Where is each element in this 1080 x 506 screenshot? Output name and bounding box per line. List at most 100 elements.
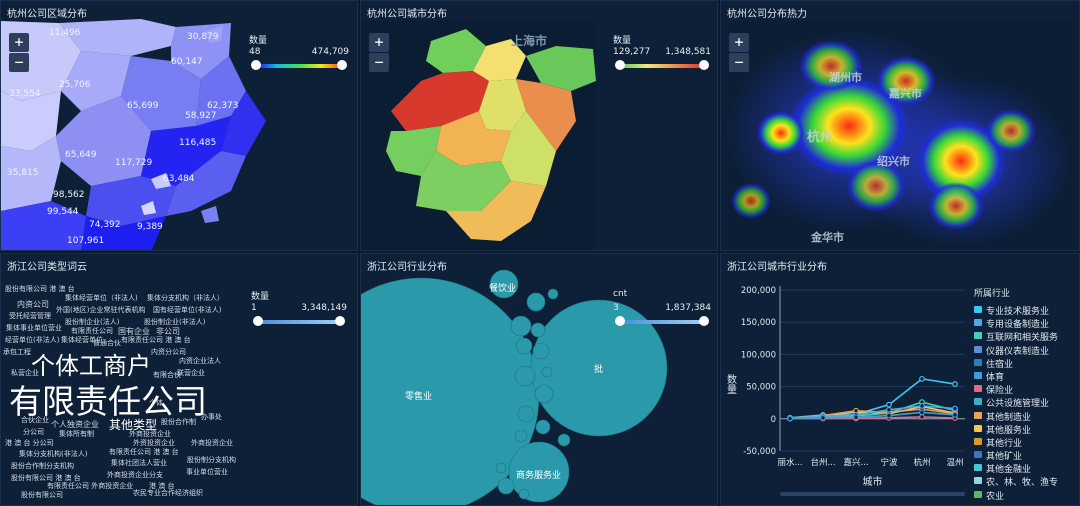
zoom-out-button[interactable]: − (729, 53, 749, 72)
visual-map-handle-max[interactable] (699, 60, 709, 70)
city-industry-line-chart[interactable]: 200,000 150,000 100,000 50,000 0 -50,000 数量丽水.… (722, 256, 972, 506)
series-point[interactable] (886, 406, 892, 413)
cloud-word[interactable]: 股份合作制 (161, 417, 196, 427)
legend-swatch (974, 490, 982, 498)
legend-item[interactable]: 其他金融业 (974, 462, 1078, 475)
cloud-word[interactable]: 股份合作制分支机构 (11, 461, 74, 471)
cloud-word[interactable]: 经营单位(非法人) (5, 335, 59, 345)
industry-bubble[interactable] (526, 292, 546, 312)
series-point[interactable] (952, 412, 958, 418)
visual-map-slider[interactable]: 数量 1 3,348,149 (251, 289, 347, 329)
legend-item[interactable]: 其他行业 (974, 436, 1078, 449)
cloud-word[interactable]: 分公司 (23, 427, 44, 437)
cloud-word[interactable]: 外商投资企业 (191, 438, 233, 448)
legend-item[interactable]: 农业 (974, 489, 1078, 502)
industry-bubble[interactable] (518, 488, 530, 500)
industry-bubble[interactable] (534, 384, 554, 404)
cloud-word[interactable]: 股份有限公司 (21, 490, 63, 500)
series-point[interactable] (787, 415, 793, 422)
industry-bubble[interactable] (515, 337, 533, 355)
industry-bubble[interactable] (510, 315, 532, 337)
industry-panel: 浙江公司行业分布 餐饮业 零售业 批 商务服务业 cnt 3 1,837,384 (360, 253, 718, 506)
series-point[interactable] (919, 403, 925, 409)
industry-bubble[interactable] (535, 419, 551, 435)
cloud-word[interactable]: 有限责任公司 港 澳 台 (109, 447, 179, 457)
legend-item[interactable]: 其他服务业 (974, 423, 1078, 436)
series-point[interactable] (853, 414, 859, 421)
legend-item[interactable]: 保险业 (974, 383, 1078, 396)
cloud-word[interactable]: 外商投资企业分支 (107, 470, 163, 480)
cloud-word[interactable]: 内资企业法人 (179, 356, 221, 366)
cloud-word[interactable]: 国有经营单位(非法人) (153, 305, 221, 315)
industry-bubble[interactable] (530, 322, 546, 338)
cloud-word[interactable]: 集体所有制 (59, 429, 94, 439)
legend-label: 其他矿业 (986, 452, 1023, 463)
zoom-out-button[interactable]: − (9, 53, 29, 72)
cloud-word[interactable]: 股份制分支机构 (187, 455, 236, 465)
legend-item[interactable]: 农、林、牧、渔专 (974, 475, 1078, 488)
cloud-word[interactable]: 承包工程 (3, 347, 31, 357)
visual-map-handle-max[interactable] (337, 60, 347, 70)
cloud-word[interactable]: 有限责任公司 港 澳 台 (121, 335, 191, 345)
zoom-out-button[interactable]: − (369, 53, 389, 72)
heatmap-panel: 杭州公司分布热力 湖州市 嘉兴市 杭州 绍兴市 金华市 + − (720, 0, 1080, 251)
legend-item[interactable]: 体育 (974, 370, 1078, 383)
cloud-word[interactable]: 集体分支机构（非法人） (147, 293, 224, 303)
city-map-panel: 杭州公司城市分布 上海市 + − 数量 129,277 1,348,581 (360, 0, 718, 251)
visual-map-slider[interactable]: 数量 48 474,709 (249, 33, 349, 73)
visual-map-handle-min[interactable] (615, 316, 625, 326)
industry-bubble[interactable] (547, 288, 559, 300)
series-point[interactable] (952, 405, 958, 412)
legend-item[interactable]: 专业技术服务业 (974, 304, 1078, 317)
zoom-in-button[interactable]: + (369, 33, 389, 52)
legend-swatch (974, 424, 982, 432)
word-cloud[interactable]: 股份有限公司 港 澳 台 集体经营单位（非法人) 集体分支机构（非法人） 内资公… (1, 254, 246, 505)
cloud-word[interactable]: 受托经营管理 (9, 311, 51, 321)
cloud-word[interactable]: 集体分支机构(非法人) (19, 449, 87, 459)
visual-map-handle-max[interactable] (335, 316, 345, 326)
legend-item[interactable]: 其他制造业 (974, 410, 1078, 423)
district-value-label: 35,815 (7, 168, 39, 178)
industry-bubble[interactable] (495, 462, 507, 474)
series-point[interactable] (886, 412, 892, 419)
legend-item[interactable]: 专用设备制造业 (974, 317, 1078, 330)
series-point[interactable] (820, 414, 826, 421)
series-point[interactable] (952, 381, 958, 387)
cloud-word[interactable]: 事业单位营业 (186, 467, 228, 477)
series-point[interactable] (919, 375, 925, 382)
heatmap-canvas[interactable]: 湖州市 嘉兴市 杭州 绍兴市 金华市 (721, 1, 1080, 251)
industry-bubble[interactable] (517, 405, 535, 423)
cloud-word[interactable]: 集体经营单位（非法人) (65, 293, 138, 303)
legend-item[interactable]: 其他矿业 (974, 449, 1078, 462)
series-point[interactable] (886, 401, 892, 408)
zoom-in-button[interactable]: + (729, 33, 749, 52)
industry-bubble[interactable] (497, 477, 515, 495)
legend-item[interactable]: 公共设施管理业 (974, 396, 1078, 409)
industry-bubble[interactable] (541, 366, 553, 378)
series-point[interactable] (919, 409, 925, 416)
legend-item[interactable]: 住宿业 (974, 357, 1078, 370)
cloud-word[interactable]: 港 澳 台 分公司 (5, 438, 54, 448)
visual-map-handle-min[interactable] (251, 60, 261, 70)
visual-map-handle-max[interactable] (699, 316, 709, 326)
visual-map-slider[interactable]: cnt 3 1,837,384 (613, 289, 711, 329)
legend-item[interactable]: 互联网和相关服务 (974, 330, 1078, 343)
industry-bubble[interactable] (514, 429, 528, 443)
visual-map-handle-min[interactable] (615, 60, 625, 70)
cloud-word[interactable]: 办事处 (201, 412, 222, 422)
cloud-word[interactable]: 合伙企业 (21, 415, 49, 425)
industry-bubble[interactable] (532, 342, 550, 360)
x-tick-label: 嘉兴... (843, 457, 868, 468)
cloud-word[interactable]: 个体 (149, 398, 163, 408)
cloud-word[interactable]: 集体事业单位营业 (6, 323, 62, 333)
visual-map-slider[interactable]: 数量 129,277 1,348,581 (613, 33, 711, 73)
cloud-word[interactable]: 内资公司 (17, 299, 49, 310)
cloud-word[interactable]: 外国(地区)企业常驻代表机构 (56, 305, 145, 315)
cloud-word[interactable]: 集体社团法人营业 (111, 458, 167, 468)
industry-bubble[interactable] (557, 433, 571, 447)
industry-bubble[interactable] (514, 365, 536, 387)
zoom-in-button[interactable]: + (9, 33, 29, 52)
legend-item[interactable]: 仪器仪表制造业 (974, 344, 1078, 357)
cloud-word[interactable]: 农民专业合作经济组织 (133, 488, 203, 498)
visual-map-handle-min[interactable] (253, 316, 263, 326)
